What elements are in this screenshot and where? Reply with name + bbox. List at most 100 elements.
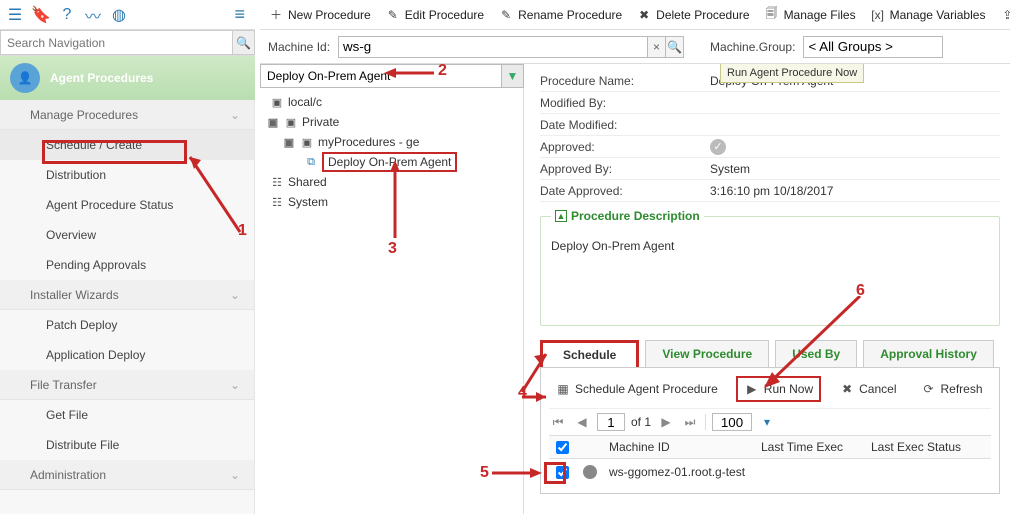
machine-search-button[interactable]: 🔍 [666, 36, 684, 58]
sidebar-item-agent-procedure-status[interactable]: Agent Procedure Status [0, 190, 254, 220]
schedule-agent-procedure-button[interactable]: ▦Schedule Agent Procedure [549, 378, 724, 400]
bookmark-icon[interactable]: 🔖 [30, 4, 52, 26]
pager-first-button[interactable]: ⏮ [549, 413, 567, 431]
refresh-icon: ⟳ [921, 381, 937, 397]
tree-node-deploy-onprem-agent[interactable]: ⧉ Deploy On-Prem Agent [260, 152, 523, 172]
section-label: Installer Wizards [30, 288, 119, 302]
section-installer-wizards[interactable]: Installer Wizards ⌄ [0, 280, 254, 310]
tree-node-private[interactable]: ▣▣Private [260, 112, 523, 132]
rename-procedure-button[interactable]: ✎Rename Procedure [498, 7, 622, 23]
section-label: Administration [30, 468, 106, 482]
folder-icon: ▣ [300, 135, 314, 149]
grid-row[interactable]: ws-ggomez-01.root.g-test [549, 459, 991, 485]
sidebar-item-patch-deploy[interactable]: Patch Deploy [0, 310, 254, 340]
action-label: Cancel [859, 382, 896, 396]
detail-tabs: Schedule View Procedure Used By Approval… [540, 340, 1000, 367]
tree-filter-input[interactable] [261, 65, 501, 87]
refresh-button[interactable]: ⟳Refresh [915, 378, 989, 400]
pencil-icon: ✎ [385, 7, 401, 23]
edit-procedure-button[interactable]: ✎ Edit Procedure [385, 7, 484, 23]
procedure-tree: ▣local/c ▣▣Private ▣▣myProcedures - ge ⧉… [260, 88, 524, 514]
x-circle-icon: ✖ [636, 7, 652, 23]
folder-icon: ▣ [284, 115, 298, 129]
play-circle-icon: ▶ [744, 381, 760, 397]
select-all-checkbox[interactable] [556, 441, 569, 454]
grid-header: Machine ID Last Time Exec Last Exec Stat… [549, 435, 991, 459]
cancel-button[interactable]: ✖ Cancel [833, 378, 902, 400]
run-now-button[interactable]: ▶ Run Now [736, 376, 821, 402]
pager-prev-button[interactable]: ◀ [573, 413, 591, 431]
collapse-box-icon[interactable]: ▲ [555, 210, 567, 222]
pager-last-button[interactable]: ⏭ [681, 413, 699, 431]
clear-machine-button[interactable]: × [648, 36, 666, 58]
delete-procedure-button[interactable]: ✖ Delete Procedure [636, 7, 749, 23]
tree-filter-button[interactable]: ▼ [501, 65, 523, 87]
tab-view-procedure[interactable]: View Procedure [645, 340, 769, 367]
col-last-status[interactable]: Last Exec Status [871, 440, 991, 454]
funnel-icon: ▼ [507, 69, 519, 83]
desc-title: Procedure Description [571, 209, 700, 223]
chevron-down-icon: ⌄ [230, 468, 240, 482]
tree-node-local[interactable]: ▣local/c [260, 92, 523, 112]
sidebar-item-label: Distribution [46, 168, 106, 182]
drive-icon: ☷ [270, 195, 284, 209]
col-last-exec[interactable]: Last Time Exec [761, 440, 871, 454]
date-approved-key: Date Approved: [540, 184, 710, 198]
sidebar-item-pending-approvals[interactable]: Pending Approvals [0, 250, 254, 280]
tree-node-system[interactable]: ☷ System [260, 192, 523, 212]
sidebar-item-get-file[interactable]: Get File [0, 400, 254, 430]
schedule-tab-body: ▦Schedule Agent Procedure ▶ Run Now ✖ Canc… [540, 367, 1000, 494]
tab-used-by[interactable]: Used By [775, 340, 857, 367]
tab-approval-history[interactable]: Approval History [863, 340, 994, 367]
pager-next-button[interactable]: ▶ [657, 413, 675, 431]
tree-node-shared[interactable]: ☷Shared [260, 172, 523, 192]
pager-page-input[interactable] [597, 413, 625, 431]
col-machine-id[interactable]: Machine ID [605, 440, 761, 454]
machine-id-input[interactable] [338, 36, 648, 58]
sidebar-item-label: Distribute File [46, 438, 119, 452]
help-icon[interactable]: ? [56, 4, 78, 26]
machine-filter-row: Machine Id: × 🔍 Machine.Group: [260, 30, 1010, 64]
sidebar-item-label: Agent Procedure Status [46, 198, 173, 212]
delete-procedure-label: Delete Procedure [656, 8, 749, 22]
edit-procedure-label: Edit Procedure [405, 8, 484, 22]
search-navigation-input[interactable] [0, 30, 233, 55]
global-topbar: ☰ 🔖 ? 〰 ◍ ≡ [0, 0, 255, 30]
stats-icon[interactable]: 〰 [82, 4, 104, 26]
sidebar-item-distribute-file[interactable]: Distribute File [0, 430, 254, 460]
tree-label: Deploy On-Prem Agent [322, 152, 457, 172]
search-go-button[interactable]: 🔍 [233, 30, 255, 55]
collapse-icon[interactable]: ▣ [266, 115, 280, 129]
row-checkbox[interactable] [556, 466, 569, 479]
sidebar-item-application-deploy[interactable]: Application Deploy [0, 340, 254, 370]
export-procedure-button[interactable]: ⇪Export Proc [999, 7, 1010, 23]
run-now-tooltip: Run Agent Procedure Now [720, 64, 864, 83]
manage-files-button[interactable]: 🗐Manage Files [764, 7, 856, 23]
action-label: Run Now [764, 382, 813, 396]
collapse-icon[interactable]: ▣ [282, 135, 296, 149]
section-file-transfer[interactable]: File Transfer⌄ [0, 370, 254, 400]
machine-group-select[interactable] [803, 36, 943, 58]
sidebar-item-distribution[interactable]: Distribution [0, 160, 254, 190]
new-procedure-button[interactable]: ＋New Procedure [268, 7, 371, 23]
folder-icon: ▣ [270, 95, 284, 109]
x-circle-icon: ✖ [839, 381, 855, 397]
sidebar-item-label: Patch Deploy [46, 318, 117, 332]
module-header: 👤 Agent Procedures [0, 56, 255, 100]
sidebar-item-schedule-create[interactable]: Schedule / Create [0, 130, 254, 160]
tab-schedule[interactable]: Schedule [540, 340, 639, 367]
chevron-down-icon: ⌄ [230, 288, 240, 302]
procedure-icon: ⧉ [304, 155, 318, 169]
approved-value: ✓ [710, 139, 726, 155]
nav-menu-icon[interactable]: ☰ [4, 4, 26, 26]
pager-size-input[interactable] [712, 413, 752, 431]
section-administration[interactable]: Administration ⌄ [0, 460, 254, 490]
manage-variables-button[interactable]: [x]Manage Variables [870, 7, 986, 23]
chevron-down-icon[interactable]: ▾ [758, 413, 776, 431]
section-manage-procedures[interactable]: Manage Procedures⌄ [0, 100, 254, 130]
tree-node-myprocedures[interactable]: ▣▣myProcedures - ge [260, 132, 523, 152]
collapse-icon[interactable]: ≡ [234, 4, 245, 25]
tree-label: System [288, 195, 328, 209]
sidebar-item-overview[interactable]: Overview [0, 220, 254, 250]
list-icon[interactable]: ◍ [108, 4, 130, 26]
